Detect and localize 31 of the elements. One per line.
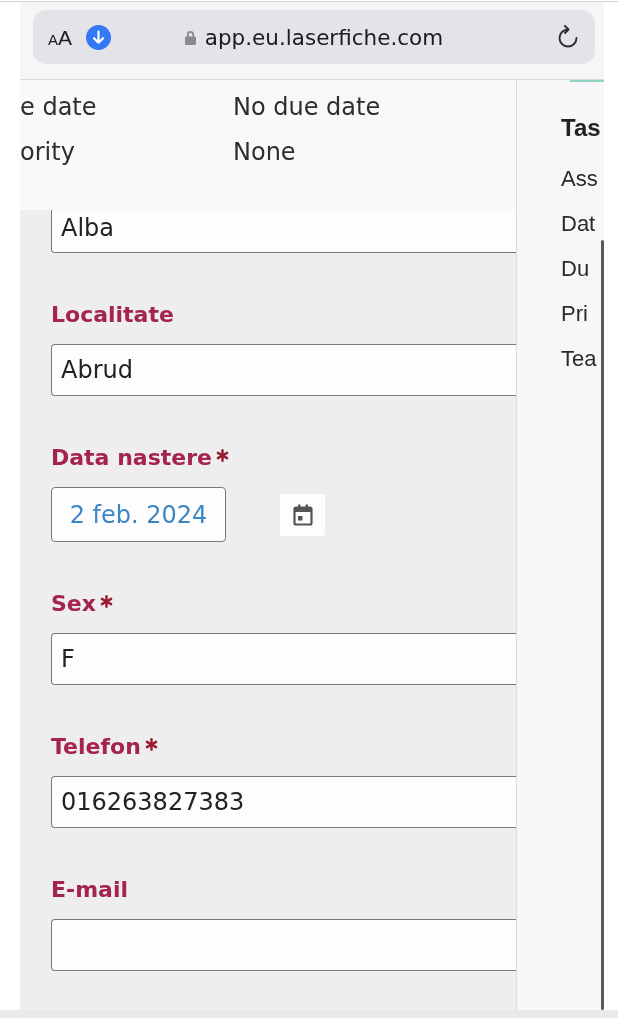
panel-title: Tas (561, 113, 602, 143)
text-field[interactable] (51, 919, 516, 971)
detail-value: No due date (233, 92, 382, 121)
detail-label: ority (20, 137, 76, 166)
field-label: Localitate (51, 301, 174, 329)
calendar-icon (292, 503, 313, 526)
property-label: Du (561, 255, 590, 282)
calendar-button[interactable] (280, 493, 325, 536)
tab-underline (570, 80, 604, 82)
lock-icon (184, 29, 196, 45)
reload-icon[interactable] (557, 25, 579, 49)
text-size-button[interactable]: AA (48, 26, 73, 48)
date-field[interactable]: 2 feb. 2024 (51, 487, 226, 542)
field-label: Telefon (51, 733, 141, 761)
address-bar[interactable]: AA app.eu.laserfiche.com (33, 10, 595, 64)
url-text[interactable]: app.eu.laserfiche.com (204, 24, 444, 50)
scrollbar[interactable] (601, 240, 604, 1010)
field-label: E-mail (51, 876, 128, 904)
text-field[interactable]: Alba (51, 210, 516, 253)
text-field[interactable]: F (51, 633, 516, 685)
detail-value: None (233, 137, 297, 166)
property-label: Tea (561, 345, 597, 372)
text-field[interactable]: Abrud (51, 344, 516, 396)
detail-label: e date (20, 92, 98, 121)
download-icon[interactable] (86, 24, 112, 50)
property-label: Dat (561, 210, 596, 237)
field-label: Sex (51, 590, 96, 618)
property-label: Pri (561, 300, 588, 327)
text-field[interactable]: 016263827383 (51, 776, 516, 828)
field-label: Data nastere (51, 444, 212, 472)
property-label: Ass (561, 165, 598, 192)
